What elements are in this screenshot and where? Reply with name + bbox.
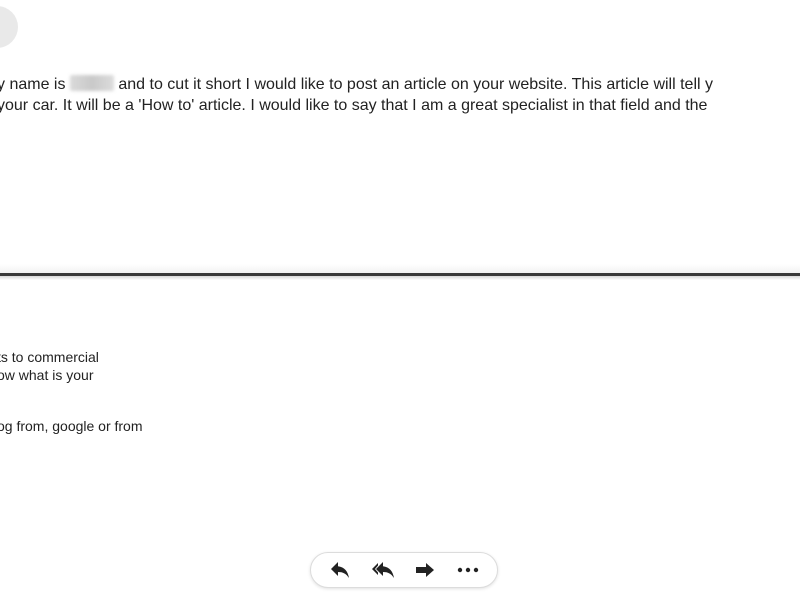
more-icon	[457, 567, 478, 573]
more-button[interactable]	[451, 556, 485, 584]
message-body-line: your car. It will be a 'How to' article.…	[0, 97, 708, 114]
reply-icon	[331, 562, 350, 578]
reply-all-button[interactable]	[366, 556, 400, 584]
reply-button[interactable]	[323, 556, 357, 584]
message-text: and to cut it short I would like to post…	[113, 76, 714, 93]
message-body-line: ow what is your	[0, 367, 94, 383]
message-body-line: y name is and to cut it short I would li…	[0, 75, 713, 95]
forward-icon	[416, 563, 435, 577]
reply-all-icon	[371, 562, 394, 578]
message-text: y name is	[0, 76, 66, 93]
message-body-line: ts to commercial	[0, 349, 99, 365]
message-body-line: og from, google or from	[0, 418, 143, 434]
redacted-name	[69, 75, 114, 91]
message-action-bar	[310, 552, 498, 588]
message-view-top: y name is and to cut it short I would li…	[0, 0, 800, 270]
forward-button[interactable]	[408, 556, 442, 584]
sender-avatar	[0, 6, 18, 48]
